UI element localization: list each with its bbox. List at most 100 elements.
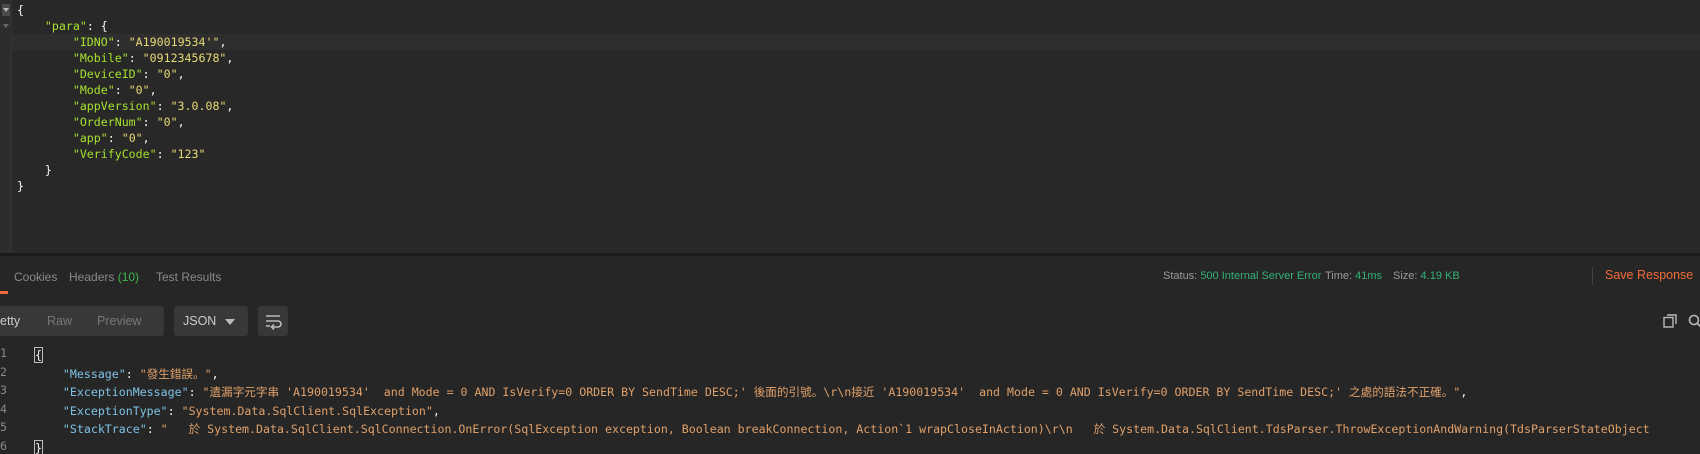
response-code-line: "ExceptionMessage": "遺漏字元字串 'A190019534'…: [35, 383, 1650, 402]
view-raw-button[interactable]: Raw: [47, 314, 72, 328]
code-token: "0": [128, 83, 150, 97]
size-indicator: Size: 4.19 KB: [1393, 270, 1460, 282]
code-token: ,: [142, 131, 150, 145]
code-token: ,: [1460, 385, 1468, 399]
view-mode-segmented-control: etty Raw Preview: [0, 306, 164, 336]
tab-headers[interactable]: Headers (10): [69, 270, 139, 284]
headers-count-badge: (10): [117, 270, 140, 284]
code-token: :: [114, 35, 129, 49]
request-code-line: }: [17, 178, 233, 194]
request-code-line: "DeviceID": "0",: [17, 66, 233, 82]
wrap-lines-button[interactable]: [258, 306, 288, 336]
code-token: "遺漏字元字串 'A190019534' and Mode = 0 AND Is…: [202, 385, 1461, 399]
code-token: :: [107, 131, 122, 145]
line-number: 3: [0, 383, 7, 397]
code-token: }: [17, 163, 52, 177]
time-label: Time:: [1325, 270, 1353, 282]
request-code-line: "Mobile": "0912345678",: [17, 50, 234, 66]
request-body-editor[interactable]: { "para": { "IDNO": "A190019534'", "Mobi…: [0, 0, 1700, 253]
code-token: ,: [219, 35, 227, 49]
status-separator: [1592, 267, 1593, 285]
code-token: "IDNO": [72, 35, 115, 49]
code-token: "para": [44, 19, 87, 33]
response-tab-bar: Cookies Headers (10) Test Results Status…: [0, 256, 1700, 294]
line-number: 6: [0, 438, 7, 453]
code-token: "發生錯誤。": [139, 366, 212, 381]
response-code-line: "Message": "發生錯誤。",: [35, 365, 1650, 384]
code-token: "123": [170, 147, 206, 161]
code-token: ,: [226, 99, 234, 113]
response-line-numbers: 1 2 3 4 5 6: [0, 344, 28, 454]
response-toolbar: etty Raw Preview JSON: [0, 300, 1700, 344]
copy-icon[interactable]: [1663, 314, 1677, 328]
request-code-line: {: [17, 2, 233, 18]
code-token: ,: [226, 51, 234, 65]
code-token: "Mode": [72, 83, 115, 97]
chevron-down-icon: [225, 319, 235, 325]
status-value: 500 Internal Server Error: [1200, 270, 1322, 282]
request-code-line: "appVersion": "3.0.08",: [17, 98, 234, 114]
request-code-line: "app": "0",: [17, 130, 233, 146]
code-token: "VerifyCode": [72, 147, 157, 161]
response-json-code[interactable]: { "Message": "發生錯誤。", "ExceptionMessage"…: [34, 346, 1650, 454]
response-body-viewer[interactable]: 1 2 3 4 5 6 { "Message": "發生錯誤。", "ExceptionM…: [0, 344, 1700, 454]
active-tab-indicator: [0, 291, 8, 294]
search-icon[interactable]: [1688, 314, 1700, 328]
status-indicator: Status: 500 Internal Server Error: [1163, 270, 1321, 282]
view-preview-button[interactable]: Preview: [97, 314, 141, 328]
code-token: :: [167, 403, 182, 418]
response-code-line: "StackTrace": " 於 System.Data.SqlClient.…: [35, 420, 1650, 439]
fold-toggle-icon[interactable]: [2, 4, 10, 16]
code-token: "3.0.08": [170, 99, 227, 113]
code-token: {: [34, 347, 43, 363]
response-code-line: }: [34, 439, 1650, 454]
line-number: 5: [0, 420, 7, 434]
code-token: }: [17, 179, 24, 193]
code-token: "ExceptionType": [62, 403, 168, 418]
code-token: : {: [86, 19, 108, 33]
save-response-button[interactable]: Save Response: [1605, 268, 1693, 282]
view-pretty-button[interactable]: etty: [0, 314, 20, 328]
format-select[interactable]: JSON: [174, 306, 248, 336]
tab-test-results[interactable]: Test Results: [156, 270, 221, 284]
code-token: "DeviceID": [72, 67, 143, 81]
code-token: :: [142, 115, 157, 129]
code-token: "Mobile": [72, 51, 129, 65]
editor-gutter: [0, 0, 12, 253]
line-number: 2: [0, 364, 7, 379]
code-token: "0": [156, 67, 178, 81]
request-code-line: "Mode": "0",: [17, 82, 233, 98]
code-token: "appVersion": [72, 99, 157, 113]
active-line-highlight: [12, 34, 1700, 50]
response-code-line: {: [34, 346, 1650, 365]
tab-cookies[interactable]: Cookies: [14, 270, 57, 284]
time-value: 41ms: [1355, 270, 1383, 282]
code-token: ,: [177, 115, 185, 129]
request-json-code[interactable]: { "para": { "IDNO": "A190019534'", "Mobi…: [17, 2, 233, 194]
format-select-value: JSON: [183, 314, 217, 328]
time-indicator: Time: 41ms: [1325, 270, 1382, 282]
code-token: ,: [211, 366, 219, 381]
code-token: "app": [72, 131, 108, 145]
code-token: "0": [156, 115, 178, 129]
code-token: :: [146, 422, 161, 436]
line-number: 4: [0, 401, 7, 416]
code-token: }: [34, 439, 43, 454]
code-token: :: [188, 385, 203, 399]
code-token: {: [17, 3, 24, 17]
code-token: "StackTrace": [62, 422, 147, 436]
code-token: "0912345678": [142, 51, 227, 65]
size-label: Size:: [1393, 270, 1418, 282]
code-token: "ExceptionMessage": [62, 385, 189, 399]
code-token: :: [156, 99, 171, 113]
fold-arrow-icon[interactable]: [3, 24, 9, 28]
request-code-line: "OrderNum": "0",: [17, 114, 233, 130]
response-code-line: "ExceptionType": "System.Data.SqlClient.…: [35, 402, 1650, 421]
